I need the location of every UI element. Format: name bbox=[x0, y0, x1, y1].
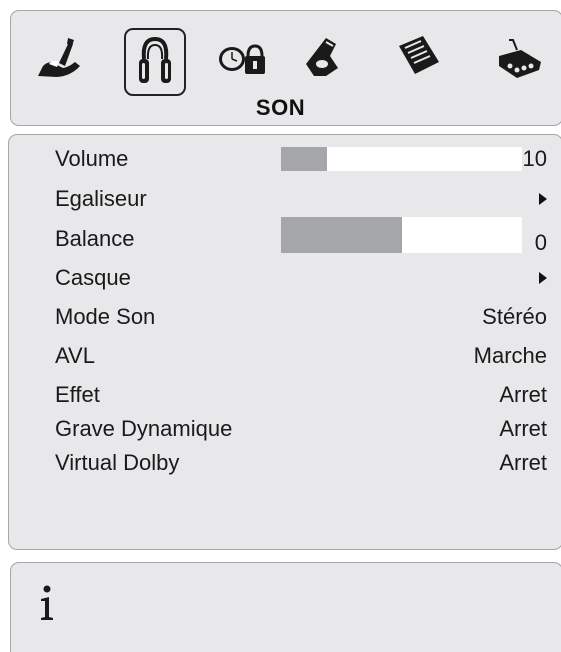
menu-item-label: Virtual Dolby bbox=[55, 450, 180, 475]
menu-item-avl[interactable]: AVL Marche bbox=[0, 343, 561, 373]
lock-icon[interactable] bbox=[300, 34, 344, 78]
mode-son-value: Stéréo bbox=[482, 304, 547, 329]
menu-item-label: Egaliseur bbox=[55, 186, 147, 211]
menu-item-grave-dynamique[interactable]: Grave Dynamique Arret bbox=[0, 416, 561, 446]
info-panel bbox=[10, 562, 561, 652]
sound-icon[interactable] bbox=[124, 28, 186, 96]
menu-item-mode-son[interactable]: Mode Son Stéréo bbox=[0, 304, 561, 334]
menu-item-balance[interactable]: Balance 0 bbox=[0, 217, 561, 256]
menu-item-label: Balance bbox=[55, 226, 135, 251]
menu-title: SON bbox=[255, 95, 306, 120]
volume-slider-fill bbox=[281, 147, 327, 171]
setup-icon[interactable] bbox=[395, 34, 441, 78]
menu-item-effet[interactable]: Effet Arret bbox=[0, 382, 561, 412]
menu-item-label: Casque bbox=[55, 265, 131, 290]
menu-item-volume[interactable]: Volume 10 bbox=[0, 146, 561, 176]
picture-icon[interactable] bbox=[35, 36, 85, 80]
info-icon bbox=[38, 585, 58, 628]
balance-value: 0 bbox=[534, 230, 547, 255]
effet-value: Arret bbox=[499, 382, 547, 407]
menu-item-egaliseur[interactable]: Egaliseur bbox=[0, 186, 561, 216]
submenu-arrow-icon bbox=[539, 272, 547, 284]
virtual-dolby-value: Arret bbox=[499, 450, 547, 475]
balance-slider[interactable] bbox=[281, 217, 522, 253]
menu-item-virtual-dolby[interactable]: Virtual Dolby Arret bbox=[0, 450, 561, 480]
avl-value: Marche bbox=[473, 343, 547, 368]
menu-item-label: AVL bbox=[55, 343, 95, 368]
source-icon[interactable] bbox=[495, 36, 545, 80]
menu-item-label: Grave Dynamique bbox=[55, 416, 233, 441]
volume-slider[interactable] bbox=[281, 147, 522, 171]
menu-item-label: Effet bbox=[55, 382, 100, 407]
menu-item-casque[interactable]: Casque bbox=[0, 265, 561, 295]
menu-item-label: Volume bbox=[55, 146, 129, 171]
balance-slider-fill bbox=[281, 217, 402, 253]
timer-icon[interactable] bbox=[218, 42, 266, 76]
grave-dynamique-value: Arret bbox=[499, 416, 547, 441]
submenu-arrow-icon bbox=[539, 193, 547, 205]
menu-item-label: Mode Son bbox=[55, 304, 156, 329]
volume-value: 10 bbox=[522, 146, 547, 171]
